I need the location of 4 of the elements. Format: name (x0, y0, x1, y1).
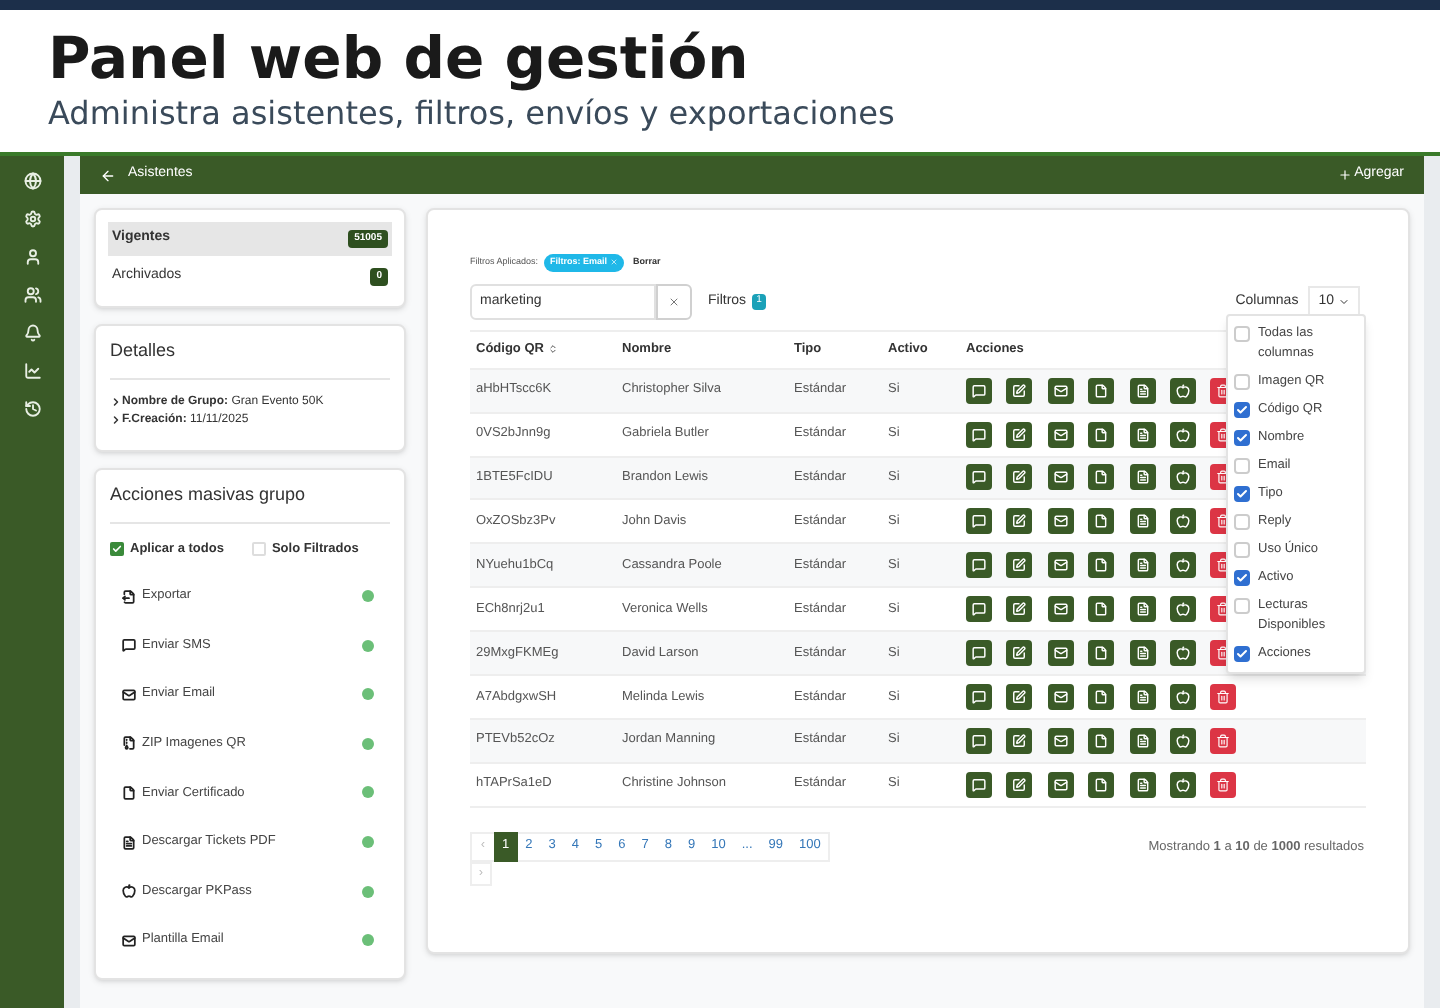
card-title: Acciones masivas grupo (110, 481, 390, 524)
page-title: Panel web de gestión (48, 24, 751, 92)
card-title: Detalles (110, 338, 390, 379)
page-subtitle: Administra asistentes, filtros, envíos y exportaciones (48, 92, 897, 136)
